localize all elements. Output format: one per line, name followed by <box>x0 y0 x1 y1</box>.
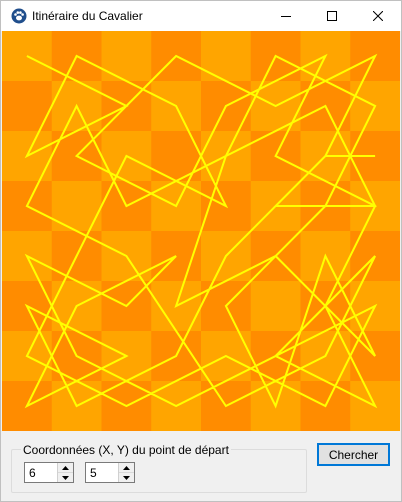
close-icon <box>373 11 383 21</box>
y-coordinate-value[interactable]: 5 <box>90 466 97 480</box>
minimize-button[interactable] <box>263 1 309 31</box>
close-button[interactable] <box>355 1 401 31</box>
x-spinner-arrows <box>57 463 73 482</box>
maximize-button[interactable] <box>309 1 355 31</box>
title-bar[interactable]: Itinéraire du Cavalier <box>1 1 401 31</box>
arrow-up-icon <box>123 465 130 470</box>
x-decrement-button[interactable] <box>58 473 73 482</box>
search-button[interactable]: Chercher <box>317 443 390 466</box>
arrow-down-icon <box>123 475 130 480</box>
minimize-icon <box>281 16 291 17</box>
knight-tour-board <box>2 31 400 431</box>
arrow-down-icon <box>62 475 69 480</box>
x-coordinate-spinner[interactable]: 6 <box>24 462 74 483</box>
x-increment-button[interactable] <box>58 463 73 473</box>
app-window: Itinéraire du Cavalier Coordonnées (X, Y… <box>0 0 402 502</box>
maximize-icon <box>327 11 337 21</box>
y-increment-button[interactable] <box>119 463 134 473</box>
board-square <box>201 31 252 82</box>
paw-icon <box>11 8 27 24</box>
board-square <box>51 181 102 232</box>
y-decrement-button[interactable] <box>119 473 134 482</box>
board-square <box>2 81 53 132</box>
arrow-up-icon <box>62 465 69 470</box>
board-square <box>250 281 301 332</box>
board-square <box>101 31 152 82</box>
y-spinner-arrows <box>118 463 134 482</box>
start-coordinates-label: Coordonnées (X, Y) du point de départ <box>21 443 231 457</box>
x-coordinate-value[interactable]: 6 <box>29 466 36 480</box>
y-coordinate-spinner[interactable]: 5 <box>85 462 135 483</box>
window-title: Itinéraire du Cavalier <box>32 9 143 23</box>
board-square <box>151 131 202 182</box>
chessboard <box>2 31 400 431</box>
